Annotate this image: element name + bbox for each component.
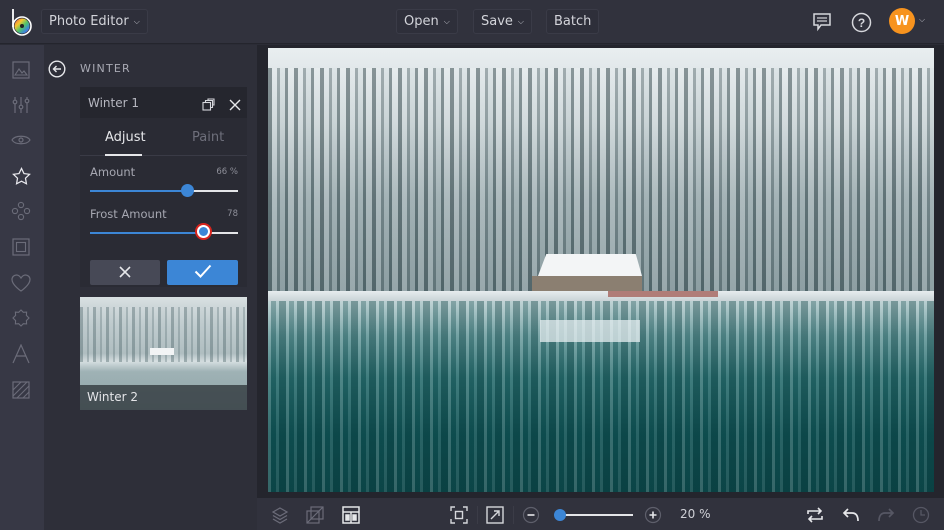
layout-icon[interactable] — [341, 505, 361, 525]
photo-canoes — [608, 291, 718, 297]
amount-slider-fill — [90, 190, 188, 192]
user-avatar[interactable]: W — [889, 8, 915, 34]
photo-cabin-roof — [538, 254, 642, 276]
frost-amount-slider-thumb[interactable] — [196, 225, 210, 238]
app-menu-button[interactable]: Photo Editor ⌵ — [41, 9, 148, 34]
fit-screen-icon[interactable] — [449, 505, 469, 525]
sliders-icon[interactable] — [10, 94, 32, 116]
compare-icon[interactable] — [305, 505, 325, 525]
save-menu-button[interactable]: Save ⌵ — [473, 9, 532, 34]
preset-label: Winter 2 — [87, 390, 139, 404]
apply-button[interactable] — [167, 260, 238, 285]
check-icon — [194, 263, 212, 282]
close-icon[interactable] — [229, 96, 241, 115]
effect-settings-card: Winter 1 Adjust Paint — [80, 87, 247, 287]
comments-icon[interactable] — [810, 10, 834, 34]
effect-header: Winter 1 — [80, 87, 247, 118]
frame-icon[interactable] — [10, 236, 32, 258]
duplicate-icon[interactable] — [202, 96, 215, 115]
close-icon — [119, 263, 131, 282]
frost-amount-slider-fill — [90, 232, 206, 234]
effect-tabs: Adjust Paint — [80, 118, 247, 156]
preset-caption: Winter 2 — [80, 385, 247, 410]
chevron-down-icon[interactable]: ⌵ — [919, 15, 925, 25]
chevron-down-icon: ⌵ — [517, 17, 524, 26]
amount-value: 66 % — [216, 167, 238, 177]
open-menu-button[interactable]: Open ⌵ — [396, 9, 458, 34]
zoom-out-icon[interactable] — [521, 505, 541, 525]
zoom-level: 20 % — [680, 507, 711, 521]
save-label: Save — [481, 14, 513, 29]
tool-sidebar — [0, 45, 44, 530]
zoom-in-icon[interactable] — [643, 505, 663, 525]
tab-paint[interactable]: Paint — [192, 130, 224, 145]
back-arrow-icon[interactable] — [48, 60, 66, 78]
redo-icon[interactable] — [876, 505, 896, 525]
batch-label: Batch — [554, 14, 592, 29]
befunky-logo-icon[interactable] — [10, 8, 34, 36]
texture-icon[interactable] — [10, 379, 32, 401]
photo-canvas[interactable] — [268, 48, 934, 492]
actual-size-icon[interactable] — [485, 505, 505, 525]
user-initial: W — [894, 13, 910, 29]
photo-reflection — [540, 320, 640, 342]
heart-icon[interactable] — [10, 272, 32, 294]
photo-shore — [268, 291, 934, 301]
history-icon[interactable] — [911, 505, 931, 525]
divider — [477, 506, 478, 524]
effect-title: Winter 1 — [88, 96, 140, 110]
text-icon[interactable] — [10, 343, 32, 365]
active-tab-indicator — [105, 154, 142, 156]
frost-amount-label: Frost Amount — [90, 207, 167, 221]
artsy-icon[interactable] — [10, 200, 32, 222]
eye-icon[interactable] — [10, 129, 32, 151]
top-bar: Photo Editor ⌵ Open ⌵ Save ⌵ Batch ? W ⌵ — [0, 0, 944, 44]
zoom-slider-track[interactable] — [560, 514, 633, 516]
image-icon[interactable] — [10, 59, 32, 81]
batch-button[interactable]: Batch — [546, 9, 600, 34]
flip-icon[interactable] — [805, 505, 825, 525]
layers-icon[interactable] — [270, 505, 290, 525]
tab-adjust[interactable]: Adjust — [105, 130, 146, 145]
bottom-toolbar: 20 % — [257, 497, 944, 530]
frost-amount-slider-track[interactable] — [90, 232, 238, 234]
overlay-icon[interactable] — [10, 307, 32, 329]
star-icon[interactable] — [10, 165, 32, 187]
preset-winter-2[interactable]: Winter 2 — [80, 297, 247, 410]
undo-icon[interactable] — [841, 505, 861, 525]
divider — [513, 506, 514, 524]
open-label: Open — [404, 14, 439, 29]
svg-text:?: ? — [857, 16, 864, 30]
zoom-slider-thumb[interactable] — [554, 509, 566, 521]
amount-label: Amount — [90, 165, 136, 179]
chevron-down-icon: ⌵ — [133, 17, 140, 26]
chevron-down-icon: ⌵ — [443, 17, 450, 26]
cancel-button[interactable] — [90, 260, 160, 285]
frost-amount-value: 78 — [227, 209, 238, 219]
section-title: WINTER — [80, 62, 131, 75]
help-icon[interactable]: ? — [849, 10, 873, 34]
preset-thumbnail-cabin — [150, 348, 174, 355]
app-title: Photo Editor — [49, 14, 129, 29]
amount-slider-track[interactable] — [90, 190, 238, 192]
